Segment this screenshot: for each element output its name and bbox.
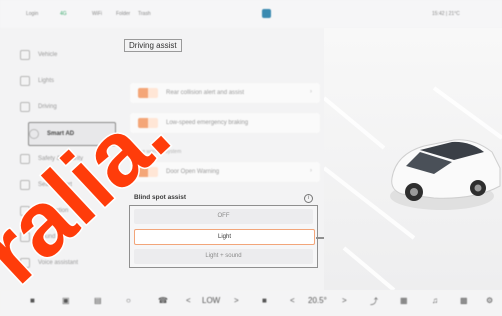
temperature-text: 20.5° [308,296,327,305]
music-icon[interactable]: ♫ [432,296,438,305]
blind-spot-options: OFF Light Light + sound [129,205,318,268]
home-icon[interactable]: ■ [30,296,35,305]
setting-label: Door Open Warning [166,169,220,175]
light-icon [20,76,30,86]
setting-label: Low-speed emergency braking [166,120,249,126]
call-icon[interactable]: ⤴ [370,296,378,307]
sidebar-item-seat[interactable]: Seat comfort [20,174,120,196]
setting-row-emergency-braking[interactable]: Low-speed emergency braking [130,113,320,133]
sidebar-item-label: Safety & security [38,156,84,162]
shield-icon [20,154,30,164]
sidebar-item-driving[interactable]: Driving [20,96,120,118]
emergency-braking-toggle[interactable] [138,118,158,128]
setting-label: Rear collision alert and assist [166,90,245,96]
steering-icon [20,102,30,112]
temp-increase-button[interactable]: > [342,296,347,305]
apps-icon[interactable]: ▩ [460,296,468,305]
app-icon[interactable] [262,9,271,18]
ac-icon[interactable]: ■ [262,296,267,305]
trash-icon: Trash [138,11,151,17]
sidebar-item-lights[interactable]: Lights [20,70,120,92]
fan-level-text: LOW [202,296,221,305]
option-light-sound[interactable]: Light + sound [134,249,313,264]
sidebar: Vehicle Lights Driving Smart AD Safety &… [14,40,120,290]
info-icon[interactable]: i [304,194,313,203]
setting-row-door-open[interactable]: Door Open Warning › [130,162,320,182]
sidebar-item-label: Voice assistant [38,260,79,266]
sidebar-item-sound[interactable]: Sound [20,226,120,248]
sidebar-item-label: Vehicle [38,52,58,58]
parking-lot-illustration [324,86,502,290]
vehicle-3d-view [324,28,502,290]
sidebar-item-label: Driving [38,104,57,110]
seat-icon [20,180,30,190]
sidebar-item-label: Smart AD [47,131,75,137]
sidebar-item-label: Connection [38,208,69,214]
link-icon [20,206,30,216]
sidebar-item-vehicle[interactable]: Vehicle [20,44,120,66]
sound-icon [20,232,30,242]
login-indicator: Login [26,11,39,17]
settings-icon[interactable]: ⚙ [486,296,493,305]
option-off[interactable]: OFF [134,209,313,224]
sidebar-item-safety[interactable]: Safety & security [20,148,120,170]
phone-icon[interactable]: ☎ [158,296,168,305]
sidebar-item-connection[interactable]: Connection [20,200,120,222]
section-label: Lane warning system [134,149,182,155]
status-bar: Login 4G WiFi Folder Trash 15:42 | 21°C [0,0,502,28]
clock-text: 15:42 | 21°C [432,11,460,17]
sidebar-item-label: Seat comfort [38,182,73,188]
setting-row-rear-collision[interactable]: Rear collision alert and assist › [130,83,320,103]
rear-collision-toggle[interactable] [138,88,158,98]
chevron-right-icon: › [310,89,312,95]
folder-icon: Folder [116,11,131,17]
temp-decrease-button[interactable]: < [290,296,295,305]
sidebar-item-smart-ad[interactable]: Smart AD [28,122,116,146]
sidebar-item-label: Sound [38,234,56,240]
sidebar-item-label: Lights [38,78,55,84]
network-indicator: 4G [60,11,67,17]
mic-icon [20,258,30,268]
sidebar-item-voice[interactable]: Voice assistant [20,252,120,274]
option-light[interactable]: Light [134,229,315,245]
wifi-icon: WiFi [92,11,102,17]
fan-decrease-button[interactable]: < [186,296,191,305]
seat-heat-icon[interactable]: ▤ [94,296,102,305]
bottom-dock: ■ ▣ ▤ ○ ☎ < LOW > ■ < 20.5° > ⤴ ▦ ♫ ▩ ⚙ [0,290,502,316]
grid-icon[interactable]: ▦ [400,296,408,305]
chevron-right-icon: › [310,168,312,174]
blind-spot-label: Blind spot assist [134,194,187,201]
fan-increase-button[interactable]: > [234,296,239,305]
defrost-icon[interactable]: ○ [126,296,131,305]
ad-icon [29,129,39,139]
car-icon [390,139,501,210]
car-icon[interactable]: ▣ [62,296,70,305]
door-open-toggle[interactable] [138,167,158,177]
car-icon [20,50,30,60]
